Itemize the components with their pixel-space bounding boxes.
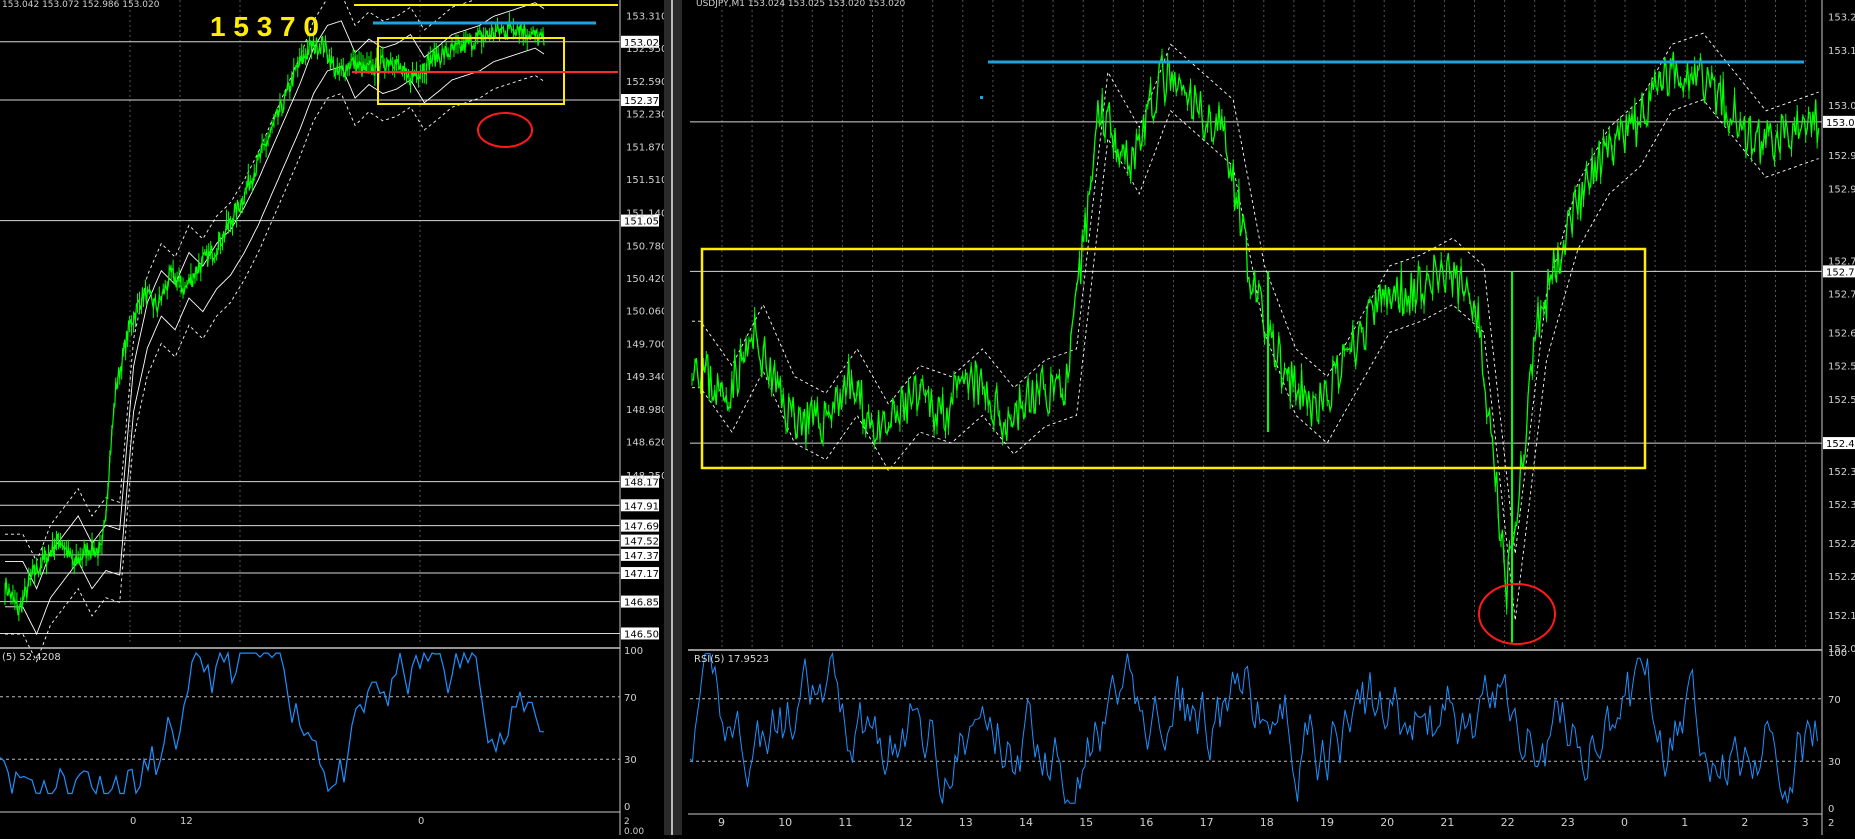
- left-price-tick: 151.140: [626, 209, 667, 220]
- right-time-tick: 19: [1320, 816, 1334, 829]
- right-rsi-tick: 100: [1828, 648, 1847, 659]
- left-big-label: 1 5 3 7 0: [210, 11, 319, 42]
- left-price-tick: 152.230: [626, 110, 667, 121]
- left-level-label: 147.694: [624, 522, 665, 533]
- left-level-label: 146.507: [624, 629, 665, 640]
- right-price-tick: 152.39: [1828, 467, 1855, 478]
- right-price-tick: 152.71: [1828, 290, 1855, 301]
- left-time-tick: 12: [180, 816, 193, 827]
- right-rsi-tick: 0: [1828, 804, 1834, 815]
- right-time-tick: 18: [1260, 816, 1274, 829]
- left-price-tick: 150.420: [626, 274, 667, 285]
- right-time-tick: 20: [1380, 816, 1394, 829]
- right-time-tick: 22: [1501, 816, 1515, 829]
- charts-canvas: 153.020152.379151.052148.178147.918147.6…: [0, 0, 1855, 837]
- left-rsi-tick: 70: [624, 693, 637, 704]
- left-price-tick: 152.950: [626, 44, 667, 55]
- right-price-tick: 152.26: [1828, 539, 1855, 550]
- left-level-label: 146.858: [624, 598, 665, 609]
- left-price-tick: 149.700: [626, 339, 667, 350]
- left-price-tick: 151.870: [626, 142, 667, 153]
- right-price-tick: 152.20: [1828, 572, 1855, 583]
- left-price-tick: 149.340: [626, 372, 667, 383]
- right-time-tick: 1: [1681, 816, 1688, 829]
- right-level-label: 152.75: [1826, 267, 1855, 278]
- right-price-tick: 152.90: [1828, 184, 1855, 195]
- right-blue-marker: [980, 96, 983, 99]
- left-level-label: 147.372: [624, 551, 665, 562]
- left-price-tick: 148.980: [626, 405, 667, 416]
- left-price-tick: 150.060: [626, 307, 667, 318]
- left-header: 153.042 153.072 152.986 153.020: [2, 0, 160, 10]
- right-time-tick: 15: [1079, 816, 1093, 829]
- right-time-tick: 23: [1561, 816, 1575, 829]
- right-price-tick: 152.13: [1828, 611, 1855, 622]
- left-time-tick: 0: [130, 816, 136, 827]
- right-rsi-tick: 30: [1828, 757, 1841, 768]
- right-time-tick: 21: [1440, 816, 1454, 829]
- right-time-tick: 2: [1741, 816, 1748, 829]
- right-time-tick: 3: [1802, 816, 1809, 829]
- left-rsi-tick: 0: [624, 802, 630, 813]
- right-rsi-tick: 70: [1828, 695, 1841, 706]
- right-time-tick: 11: [838, 816, 852, 829]
- left-time-right: 2: [624, 817, 630, 827]
- right-time-tick: 16: [1139, 816, 1153, 829]
- left-price-tick: 153.310: [626, 11, 667, 22]
- right-level-label: 153.02: [1826, 118, 1855, 129]
- left-rsi-tick: 30: [624, 755, 637, 766]
- right-time-tick: 0: [1621, 816, 1628, 829]
- right-level-label: 152.44: [1826, 439, 1855, 450]
- background: [0, 0, 1855, 835]
- left-time-right: 0.00: [624, 827, 644, 835]
- left-price-tick: 152.590: [626, 77, 667, 88]
- right-price-tick: 153.21: [1828, 13, 1855, 24]
- right-time-tick: 10: [778, 816, 792, 829]
- left-level-label: 152.379: [624, 96, 665, 107]
- left-price-tick: 148.620: [626, 438, 667, 449]
- right-price-tick: 153.05: [1828, 101, 1855, 112]
- right-time-tick: 14: [1019, 816, 1033, 829]
- left-time-tick: 0: [418, 816, 424, 827]
- right-time-tick: 13: [959, 816, 973, 829]
- left-price-tick: 151.510: [626, 175, 667, 186]
- right-price-tick: 152.58: [1828, 362, 1855, 373]
- trading-terminal: 153.020 152.379 151.052 148.178 147.918 147.6…: [0, 0, 1855, 837]
- left-rsi-label: (5) 52.4208: [2, 652, 61, 663]
- right-time-tick: 17: [1200, 816, 1214, 829]
- right-price-tick: 152.96: [1828, 151, 1855, 162]
- right-price-tick: 152.33: [1828, 500, 1855, 511]
- right-price-tick: 152.64: [1828, 328, 1855, 339]
- right-price-tick: 153.15: [1828, 46, 1855, 57]
- right-price-tick: 152.77: [1828, 256, 1855, 267]
- left-level-label: 147.172: [624, 569, 665, 580]
- right-rsi-label: RSI(5) 17.9523: [694, 654, 769, 665]
- right-time-tick: 9: [718, 816, 725, 829]
- left-rsi-tick: 100: [624, 646, 643, 657]
- left-price-tick: 150.780: [626, 241, 667, 252]
- left-level-label: 147.529: [624, 537, 665, 548]
- right-time-tick: 12: [899, 816, 913, 829]
- left-price-tick: 148.250: [626, 471, 667, 482]
- left-level-label: 147.918: [624, 501, 665, 512]
- right-price-tick: 152.52: [1828, 395, 1855, 406]
- right-time-right: 2: [1828, 818, 1834, 829]
- right-header: USDJPY,M1 153.024 153.025 153.020 153.02…: [696, 0, 906, 9]
